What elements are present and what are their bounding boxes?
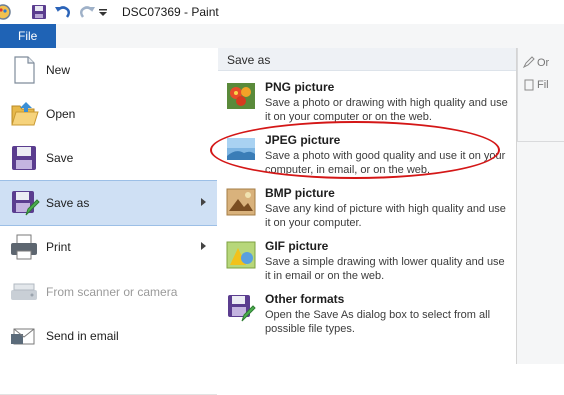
ribbon-item-partial-2[interactable]: Fil: [537, 79, 549, 91]
save-as-icon: [8, 187, 40, 219]
ribbon-bottom-border: [517, 141, 564, 142]
save-as-item-description: Save a simple drawing with lower quality…: [265, 256, 505, 282]
undo-icon[interactable]: [54, 3, 72, 21]
submenu-arrow-icon: [201, 198, 206, 206]
customize-dropdown-icon[interactable]: [98, 3, 116, 21]
menu-item-label: Save: [46, 151, 74, 165]
save-as-jpeg[interactable]: JPEG picture Save a photo with good qual…: [218, 129, 516, 182]
menu-item-label: Save as: [46, 196, 90, 210]
bmp-picture-icon: [226, 187, 256, 217]
ribbon-tab-strip: [56, 24, 564, 49]
menu-item-save-as[interactable]: Save as: [0, 180, 217, 226]
save-as-bmp[interactable]: BMP picture Save any kind of picture wit…: [218, 182, 516, 235]
ribbon-item-partial-1[interactable]: Or: [537, 57, 549, 69]
window-title: DSC07369 - Paint: [122, 5, 219, 19]
gif-picture-icon: [226, 240, 256, 270]
menu-item-save[interactable]: Save: [0, 136, 217, 180]
menu-item-from-scanner[interactable]: From scanner or camera: [0, 270, 217, 314]
save-as-item-description: Save a photo or drawing with high qualit…: [265, 97, 508, 123]
save-as-item-description: Save any kind of picture with high quali…: [265, 203, 506, 229]
save-as-png[interactable]: PNG picture Save a photo or drawing with…: [218, 76, 516, 129]
redo-icon[interactable]: [78, 3, 96, 21]
png-picture-icon: [226, 81, 256, 111]
save-as-item-description: Open the Save As dialog box to select fr…: [265, 309, 491, 335]
save-as-item-title: Other formats: [265, 292, 345, 306]
jpeg-picture-icon: [226, 134, 256, 164]
menu-item-new[interactable]: New: [0, 48, 217, 92]
ribbon-divider: [517, 48, 518, 142]
save-as-panel: Save as PNG picture Save a photo or draw…: [218, 48, 517, 364]
file-tab[interactable]: File: [0, 24, 56, 48]
printer-icon: [8, 231, 40, 263]
menu-item-label: From scanner or camera: [46, 285, 178, 299]
save-as-item-description: Save a photo with good quality and use i…: [265, 150, 506, 176]
email-icon: [8, 320, 40, 352]
file-menu: New Open Save Save as Print From scanner…: [0, 48, 219, 395]
file-icon: [523, 79, 535, 94]
menu-item-open[interactable]: Open: [0, 92, 217, 136]
save-icon[interactable]: [30, 3, 48, 21]
submenu-arrow-icon: [201, 242, 206, 250]
save-as-header: Save as: [218, 48, 516, 71]
menu-item-print[interactable]: Print: [0, 225, 217, 269]
other-formats-icon: [226, 293, 256, 323]
menu-item-label: New: [46, 63, 71, 77]
menu-item-label: Print: [46, 240, 71, 254]
save-as-gif[interactable]: GIF picture Save a simple drawing with l…: [218, 235, 516, 288]
menu-item-label: Open: [46, 107, 76, 121]
save-as-item-title: PNG picture: [265, 80, 335, 94]
scanner-icon: [8, 276, 40, 308]
menu-item-label: Send in email: [46, 329, 119, 343]
open-folder-icon: [8, 98, 40, 130]
save-as-header-label: Save as: [227, 53, 271, 67]
file-tab-label: File: [18, 29, 38, 43]
paint-app-icon[interactable]: [0, 3, 12, 21]
ribbon-background: Or Fil: [517, 48, 564, 364]
menu-item-send-email[interactable]: Send in email: [0, 314, 217, 358]
new-file-icon: [8, 54, 40, 86]
title-bar: DSC07369 - Paint: [0, 0, 564, 25]
save-disk-icon: [8, 142, 40, 174]
save-as-other-formats[interactable]: Other formats Open the Save As dialog bo…: [218, 288, 516, 341]
save-as-item-title: GIF picture: [265, 239, 329, 253]
save-as-item-title: BMP picture: [265, 186, 335, 200]
edit-icon: [522, 56, 535, 71]
save-as-item-title: JPEG picture: [265, 133, 341, 147]
